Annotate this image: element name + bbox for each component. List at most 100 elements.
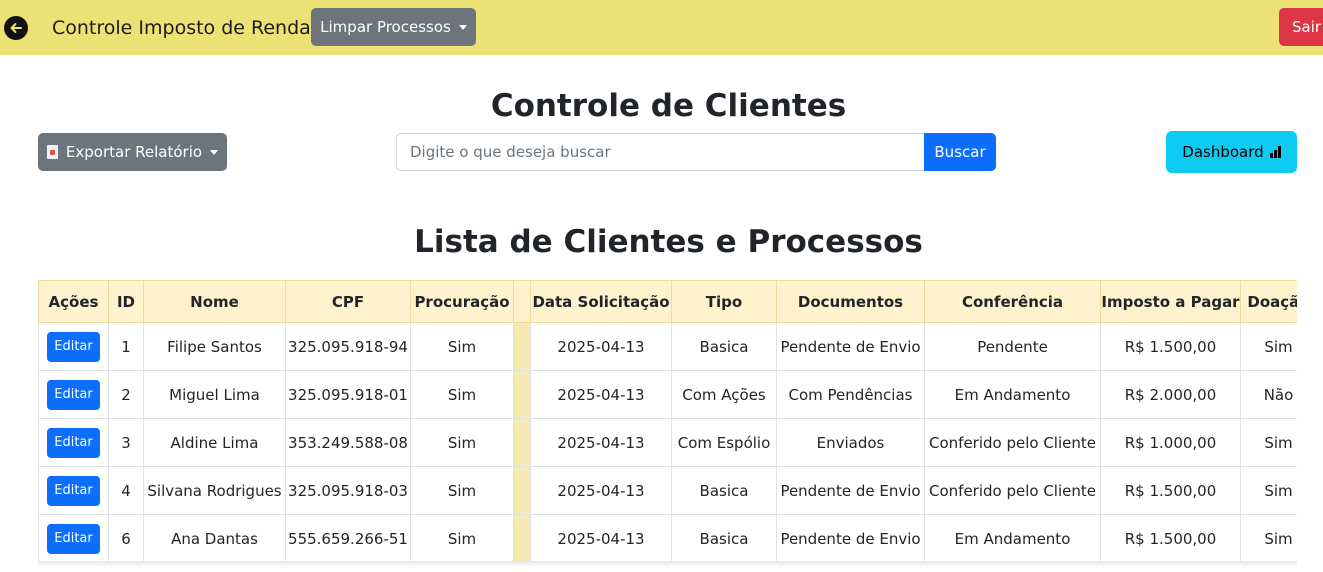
table-row: Editar 3 Aldine Lima 353.249.588-08 Sim 2025-… bbox=[38, 418, 1297, 467]
column-header: Conferência bbox=[924, 280, 1101, 323]
column-header: Doação bbox=[1240, 280, 1297, 323]
limpar-processos-dropdown[interactable]: Limpar Processos bbox=[311, 8, 476, 46]
cell-nome: Ana Dantas bbox=[143, 514, 286, 563]
cell-acoes: Editar bbox=[38, 466, 109, 515]
document-icon bbox=[46, 145, 58, 159]
table-header-row: Ações ID Nome CPF Procuração Data Solicitação… bbox=[38, 280, 1297, 323]
table-bottom-edge bbox=[38, 561, 1297, 567]
cell-documentos: Com Pendências bbox=[776, 370, 925, 419]
cell-id: 3 bbox=[108, 418, 144, 467]
cell-documentos: Pendente de Envio bbox=[776, 322, 925, 371]
export-report-label: Exportar Relatório bbox=[65, 143, 203, 161]
cell-data: 2025-04-13 bbox=[530, 418, 672, 467]
cell-cpf: 353.249.588-08 bbox=[285, 418, 411, 467]
cell-imposto: R$ 2.000,00 bbox=[1100, 370, 1241, 419]
top-navbar: Controle Imposto de Renda Limpar Process… bbox=[0, 0, 1323, 55]
edit-button[interactable]: Editar bbox=[47, 427, 100, 458]
cell-tipo: Com Espólio bbox=[671, 418, 777, 467]
table-row: Editar 2 Miguel Lima 325.095.918-01 Sim 2025-… bbox=[38, 370, 1297, 419]
cell-conferencia: Em Andamento bbox=[924, 514, 1101, 563]
cell-spacer bbox=[513, 322, 531, 371]
edit-button[interactable]: Editar bbox=[47, 331, 100, 362]
cell-procuracao: Sim bbox=[410, 418, 514, 467]
app-title: Controle Imposto de Renda bbox=[52, 17, 311, 39]
back-arrow-icon[interactable] bbox=[4, 16, 28, 40]
clients-table: Ações ID Nome CPF Procuração Data Solicitação… bbox=[38, 280, 1297, 563]
cell-doacao: Sim bbox=[1240, 418, 1297, 467]
cell-nome: Aldine Lima bbox=[143, 418, 286, 467]
bar-chart-icon bbox=[1269, 146, 1281, 158]
export-report-dropdown[interactable]: Exportar Relatório bbox=[38, 133, 227, 171]
cell-doacao: Não bbox=[1240, 370, 1297, 419]
section-title: Lista de Clientes e Processos bbox=[414, 224, 923, 260]
cell-cpf: 325.095.918-94 bbox=[285, 322, 411, 371]
search-button[interactable]: Buscar bbox=[924, 133, 996, 171]
cell-imposto: R$ 1.500,00 bbox=[1100, 322, 1241, 371]
column-header: Data Solicitação bbox=[530, 280, 672, 323]
cell-procuracao: Sim bbox=[410, 370, 514, 419]
cell-conferencia: Conferido pelo Cliente bbox=[924, 418, 1101, 467]
cell-id: 4 bbox=[108, 466, 144, 515]
cell-tipo: Basica bbox=[671, 466, 777, 515]
column-header: CPF bbox=[285, 280, 411, 323]
edit-button[interactable]: Editar bbox=[47, 523, 100, 554]
cell-id: 1 bbox=[108, 322, 144, 371]
cell-doacao: Sim bbox=[1240, 514, 1297, 563]
cell-data: 2025-04-13 bbox=[530, 514, 672, 563]
search-input[interactable] bbox=[396, 133, 925, 171]
caret-down-icon bbox=[458, 24, 467, 30]
cell-id: 2 bbox=[108, 370, 144, 419]
limpar-processos-label: Limpar Processos bbox=[320, 18, 451, 36]
cell-documentos: Pendente de Envio bbox=[776, 514, 925, 563]
cell-procuracao: Sim bbox=[410, 322, 514, 371]
cell-conferencia: Pendente bbox=[924, 322, 1101, 371]
clients-table-container: Ações ID Nome CPF Procuração Data Solicitação… bbox=[38, 280, 1297, 572]
cell-conferencia: Conferido pelo Cliente bbox=[924, 466, 1101, 515]
column-header: Imposto a Pagar bbox=[1100, 280, 1241, 323]
cell-tipo: Com Ações bbox=[671, 370, 777, 419]
page-title: Controle de Clientes bbox=[490, 88, 847, 124]
cell-acoes: Editar bbox=[38, 370, 109, 419]
cell-documentos: Enviados bbox=[776, 418, 925, 467]
edit-button[interactable]: Editar bbox=[47, 379, 100, 410]
cell-data: 2025-04-13 bbox=[530, 370, 672, 419]
cell-doacao: Sim bbox=[1240, 466, 1297, 515]
caret-down-icon bbox=[210, 149, 219, 155]
cell-procuracao: Sim bbox=[410, 466, 514, 515]
cell-cpf: 325.095.918-03 bbox=[285, 466, 411, 515]
cell-spacer bbox=[513, 514, 531, 563]
column-header: Nome bbox=[143, 280, 286, 323]
cell-acoes: Editar bbox=[38, 514, 109, 563]
cell-nome: Silvana Rodrigues bbox=[143, 466, 286, 515]
cell-tipo: Basica bbox=[671, 322, 777, 371]
cell-acoes: Editar bbox=[38, 322, 109, 371]
column-header: Procuração bbox=[410, 280, 514, 323]
dashboard-label: Dashboard bbox=[1182, 143, 1264, 161]
cell-imposto: R$ 1.500,00 bbox=[1100, 466, 1241, 515]
cell-imposto: R$ 1.000,00 bbox=[1100, 418, 1241, 467]
cell-tipo: Basica bbox=[671, 514, 777, 563]
cell-nome: Filipe Santos bbox=[143, 322, 286, 371]
logout-button[interactable]: Sair bbox=[1279, 8, 1323, 46]
cell-nome: Miguel Lima bbox=[143, 370, 286, 419]
cell-spacer bbox=[513, 466, 531, 515]
cell-acoes: Editar bbox=[38, 418, 109, 467]
cell-cpf: 555.659.266-51 bbox=[285, 514, 411, 563]
cell-conferencia: Em Andamento bbox=[924, 370, 1101, 419]
cell-documentos: Pendente de Envio bbox=[776, 466, 925, 515]
cell-imposto: R$ 1.500,00 bbox=[1100, 514, 1241, 563]
table-row: Editar 4 Silvana Rodrigues 325.095.918-03 Si… bbox=[38, 466, 1297, 515]
dashboard-button[interactable]: Dashboard bbox=[1166, 131, 1297, 173]
column-header: ID bbox=[108, 280, 144, 323]
edit-button[interactable]: Editar bbox=[47, 475, 100, 506]
cell-spacer bbox=[513, 370, 531, 419]
column-header: Documentos bbox=[776, 280, 925, 323]
column-header bbox=[513, 280, 531, 323]
cell-doacao: Sim bbox=[1240, 322, 1297, 371]
cell-cpf: 325.095.918-01 bbox=[285, 370, 411, 419]
column-header: Ações bbox=[38, 280, 109, 323]
cell-id: 6 bbox=[108, 514, 144, 563]
cell-spacer bbox=[513, 418, 531, 467]
cell-procuracao: Sim bbox=[410, 514, 514, 563]
column-header: Tipo bbox=[671, 280, 777, 323]
